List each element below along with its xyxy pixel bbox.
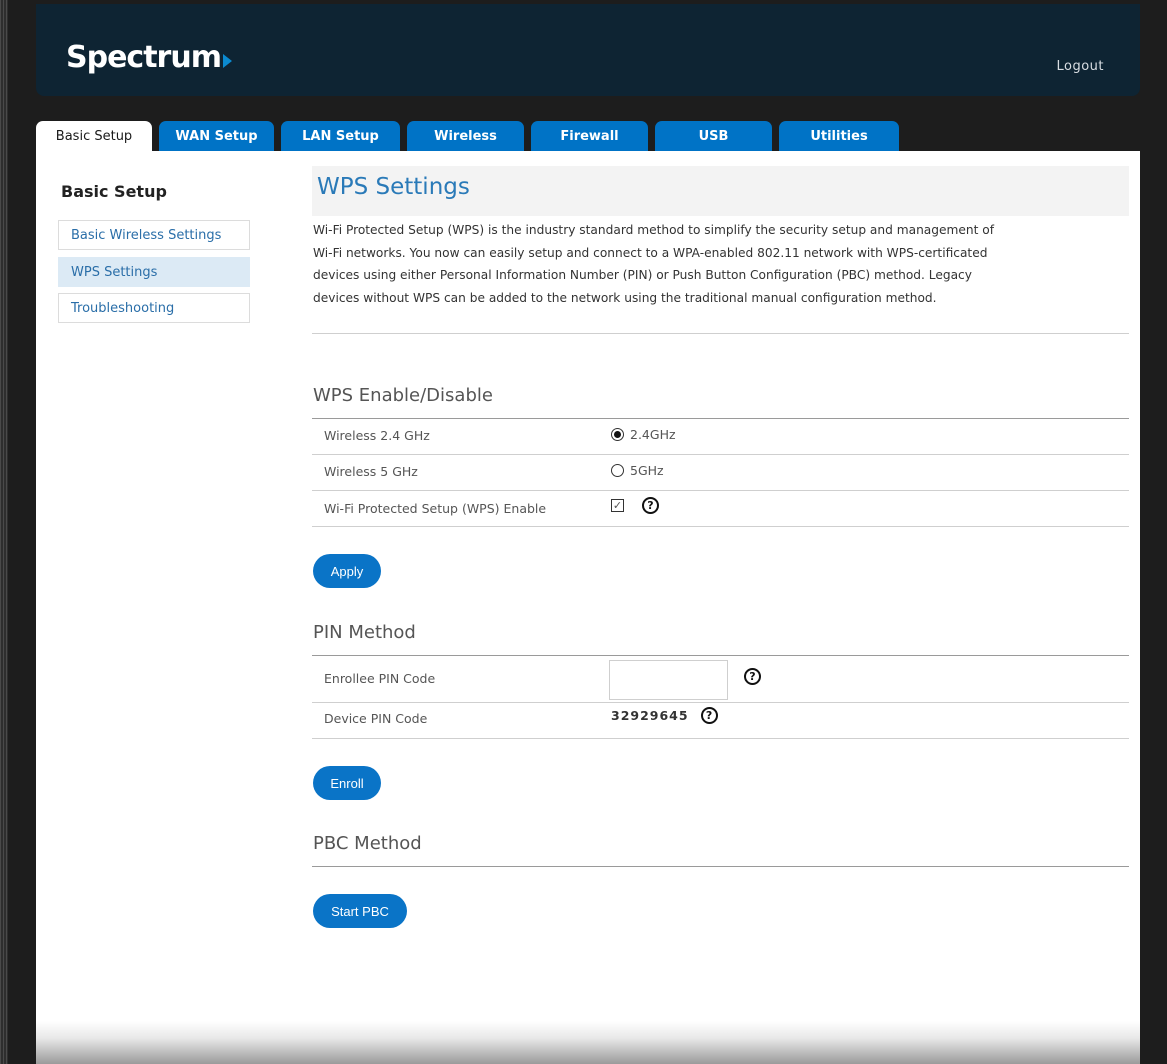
row-label-enrollee-pin: Enrollee PIN Code <box>324 671 436 686</box>
spectrum-logo[interactable]: Spectrum <box>66 40 232 75</box>
tab-wireless[interactable]: Wireless <box>407 121 524 151</box>
divider <box>312 655 1129 656</box>
content-panel: Basic Setup Basic Wireless Settings WPS … <box>36 151 1140 1021</box>
logo-arrow-icon <box>222 53 232 68</box>
description-line: Wi-Fi Protected Setup (WPS) is the indus… <box>313 223 994 237</box>
help-icon[interactable]: ? <box>700 707 718 724</box>
tab-firewall[interactable]: Firewall <box>531 121 648 151</box>
sidebar-title: Basic Setup <box>61 182 167 201</box>
radio-5ghz[interactable]: 5GHz <box>611 463 664 478</box>
row-label-device-pin: Device PIN Code <box>324 711 428 726</box>
logo-text: Spectrum <box>66 40 222 75</box>
help-icon[interactable]: ? <box>642 497 659 514</box>
sidebar-item-label: WPS Settings <box>71 264 158 280</box>
description-line: devices using either Personal Informatio… <box>313 268 972 282</box>
radio-label: 5GHz <box>630 463 664 478</box>
radio-dot <box>614 431 621 438</box>
start-pbc-button[interactable]: Start PBC <box>313 894 407 928</box>
device-pin-value-group: 32929645 ? <box>611 707 718 724</box>
help-icon[interactable]: ? <box>744 668 761 685</box>
device-pin-value: 32929645 <box>611 708 689 723</box>
radio-2-4ghz[interactable]: 2.4GHz <box>611 427 676 442</box>
divider <box>312 866 1129 867</box>
page-description: Wi-Fi Protected Setup (WPS) is the indus… <box>313 219 1133 309</box>
tab-wan-setup[interactable]: WAN Setup <box>159 121 274 151</box>
divider <box>312 333 1129 334</box>
sidebar-item-troubleshooting[interactable]: Troubleshooting <box>58 293 250 323</box>
apply-button[interactable]: Apply <box>313 554 381 588</box>
section-title-pbc: PBC Method <box>313 833 422 854</box>
wps-enable-checkbox[interactable]: ✓ <box>611 499 624 512</box>
divider <box>312 490 1129 491</box>
divider <box>312 738 1129 739</box>
enroll-button[interactable]: Enroll <box>313 766 381 800</box>
row-label-wps-enable: Wi-Fi Protected Setup (WPS) Enable <box>324 501 547 516</box>
radio-button-unchecked[interactable] <box>611 464 624 477</box>
enrollee-pin-input[interactable] <box>609 660 728 700</box>
sidebar-item-wps-settings[interactable]: WPS Settings <box>58 257 250 287</box>
sidebar-item-label: Troubleshooting <box>71 300 175 316</box>
enrollee-help: ? <box>744 668 761 685</box>
tab-lan-setup[interactable]: LAN Setup <box>281 121 400 151</box>
row-label-wireless-5: Wireless 5 GHz <box>324 464 418 479</box>
section-title-wps: WPS Enable/Disable <box>313 385 493 406</box>
description-line: Wi-Fi networks. You now can easily setup… <box>313 245 988 260</box>
tab-basic-setup[interactable]: Basic Setup <box>36 121 152 151</box>
divider <box>312 418 1129 419</box>
row-label-wireless-24: Wireless 2.4 GHz <box>324 428 430 443</box>
main-tabs: Basic Setup WAN Setup LAN Setup Wireless… <box>36 121 906 151</box>
top-header: Spectrum Logout <box>36 4 1140 96</box>
sidebar-item-basic-wireless-settings[interactable]: Basic Wireless Settings <box>58 220 250 250</box>
radio-button-checked[interactable] <box>611 428 624 441</box>
radio-label: 2.4GHz <box>630 427 676 442</box>
wps-enable-control: ✓ ? <box>611 497 659 514</box>
description-line: devices without WPS can be added to the … <box>313 290 937 305</box>
divider <box>312 702 1129 703</box>
footer-bar <box>36 1021 1140 1064</box>
divider <box>312 454 1129 455</box>
tab-usb[interactable]: USB <box>655 121 772 151</box>
sidebar-item-label: Basic Wireless Settings <box>71 227 222 243</box>
logout-link[interactable]: Logout <box>1056 59 1104 74</box>
divider <box>312 526 1129 527</box>
page-title-bar: WPS Settings <box>312 166 1129 216</box>
page-title: WPS Settings <box>317 174 470 200</box>
tab-utilities[interactable]: Utilities <box>779 121 899 151</box>
section-title-pin: PIN Method <box>313 622 416 643</box>
